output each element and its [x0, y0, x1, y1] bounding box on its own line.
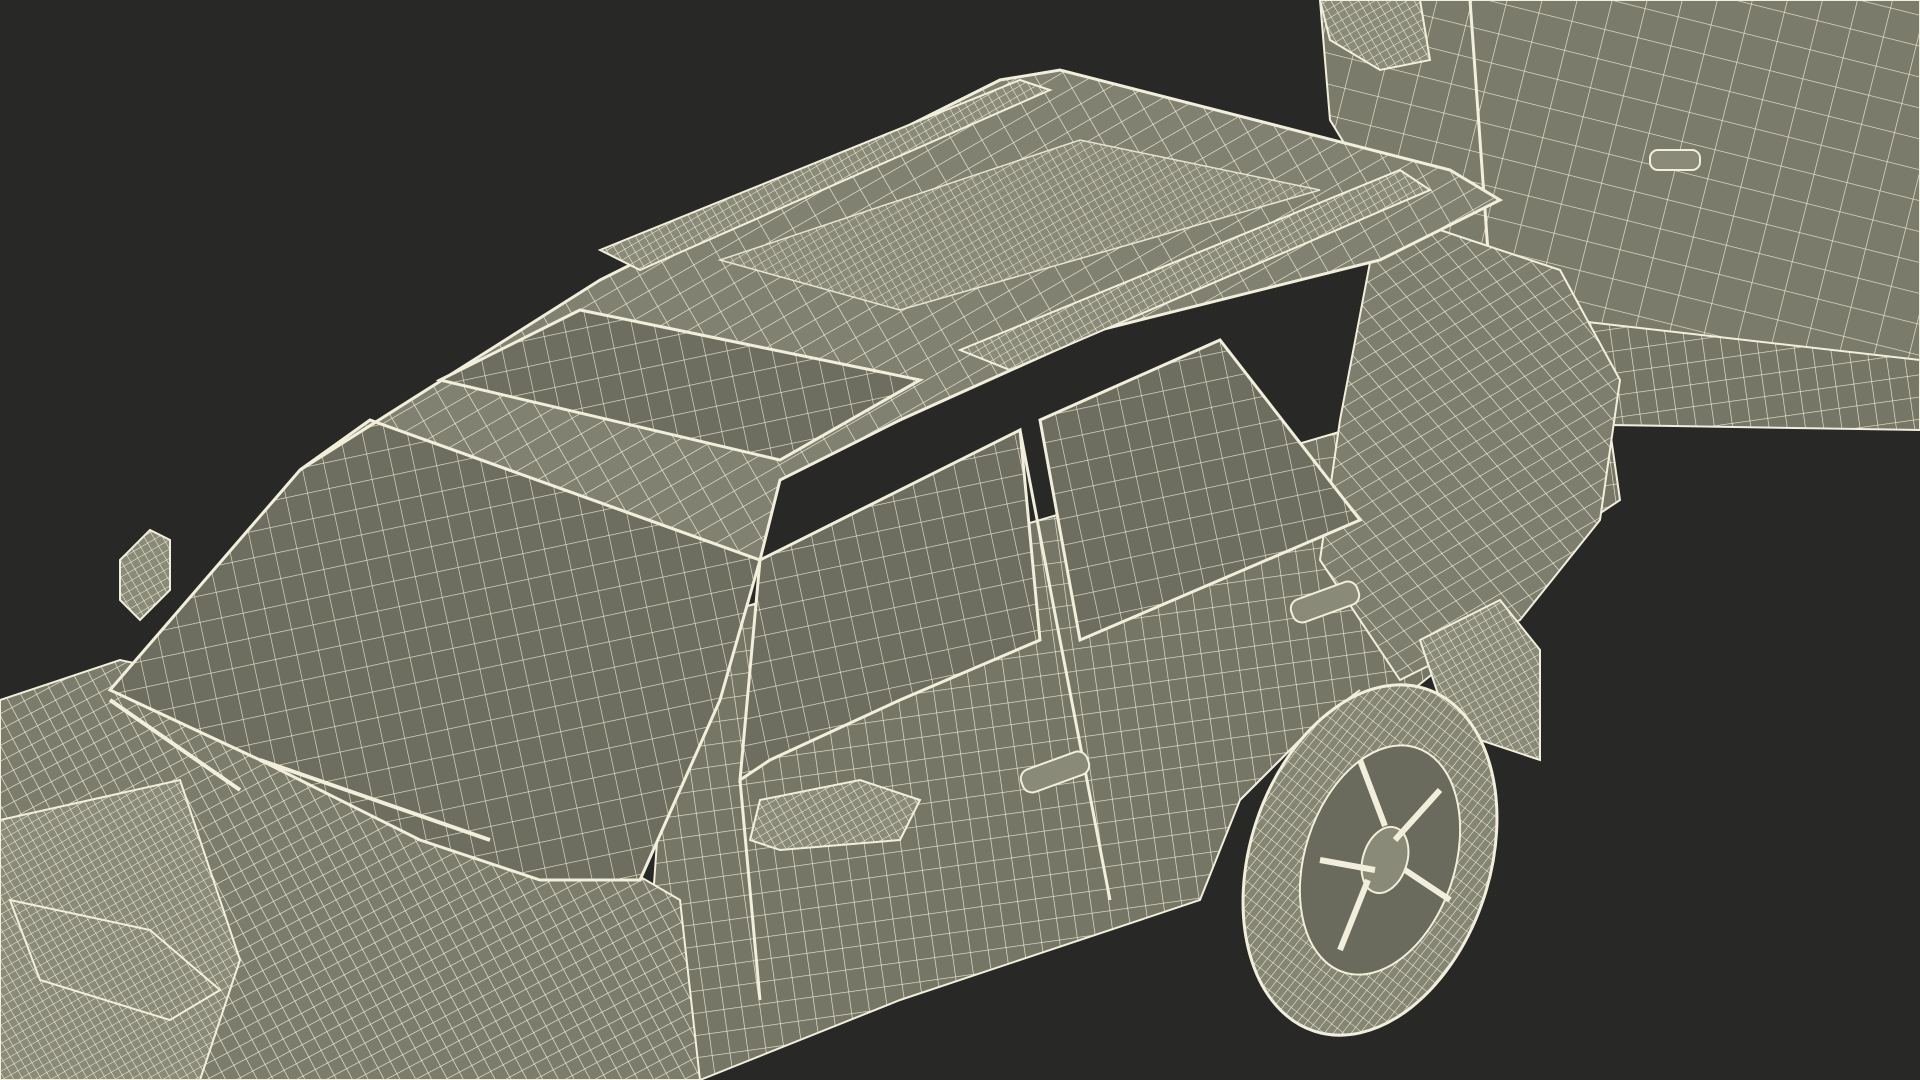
render-viewport: [0, 0, 1920, 1080]
wireframe-render: [0, 0, 1920, 1080]
trailer-handle: [1649, 149, 1701, 171]
